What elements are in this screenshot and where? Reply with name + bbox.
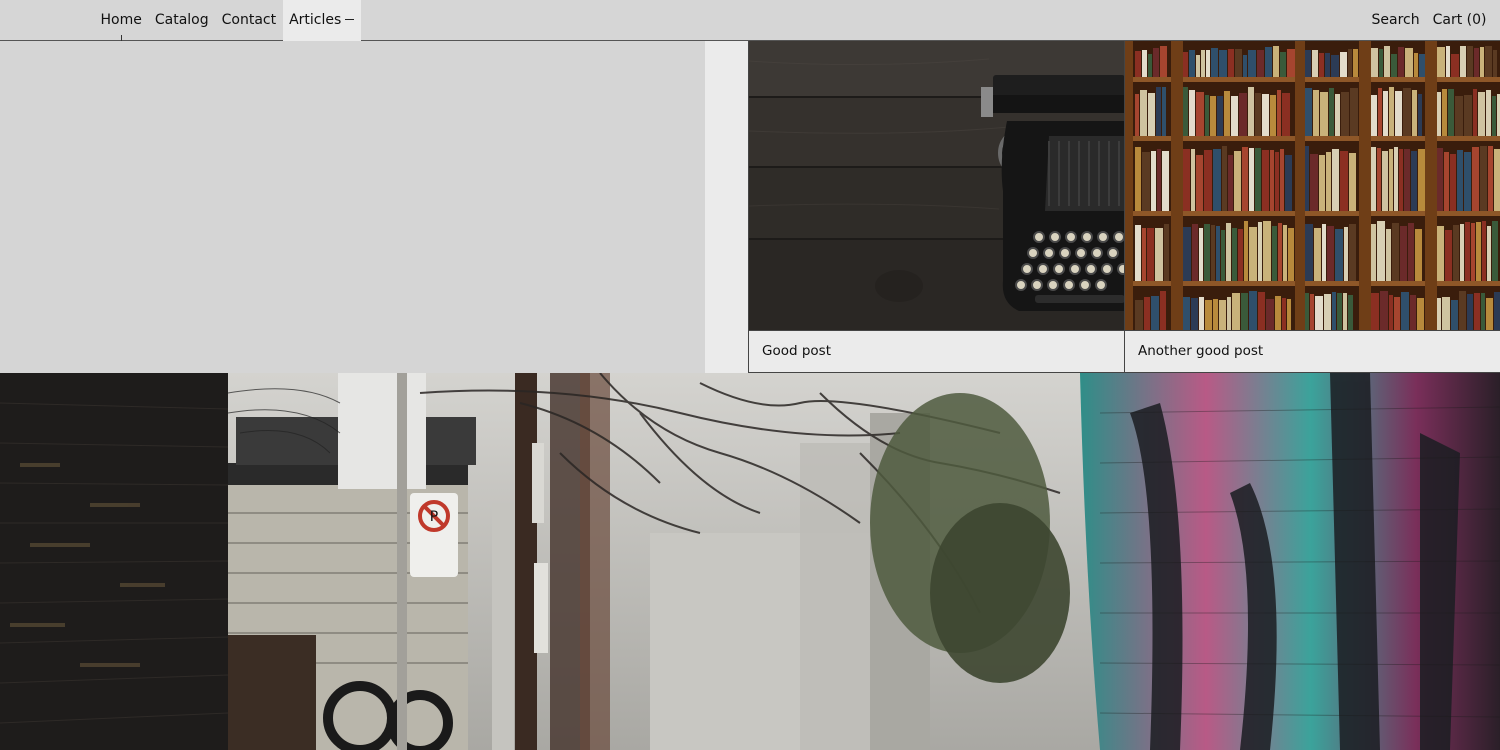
- blank-panel: [0, 41, 705, 373]
- article-title: Another good post: [1138, 343, 1264, 359]
- article-card-another-good-post[interactable]: Another good post: [1124, 41, 1500, 373]
- typewriter-photo: [749, 41, 1124, 331]
- nav-catalog[interactable]: Catalog: [148, 0, 215, 41]
- svg-text:P: P: [430, 509, 438, 525]
- gutter: [705, 41, 748, 373]
- nav-articles-label: Articles: [289, 12, 342, 28]
- collapse-dash-icon: [345, 18, 355, 20]
- graffiti-alley-photo: P: [0, 373, 1500, 750]
- article-card-good-post[interactable]: Good post: [748, 41, 1124, 373]
- nav-contact[interactable]: Contact: [215, 0, 282, 41]
- site-header: Home Catalog Contact Articles Search Car…: [0, 0, 1500, 41]
- nav-home[interactable]: Home: [94, 0, 148, 41]
- nav-home-label: Home: [100, 12, 142, 28]
- nav-contact-label: Contact: [221, 12, 277, 28]
- utility-nav: Search Cart (0): [1365, 0, 1493, 41]
- nav-articles-dropdown[interactable]: Articles: [282, 0, 361, 41]
- nav-search[interactable]: Search: [1365, 0, 1426, 41]
- nav-search-label: Search: [1371, 12, 1420, 28]
- nav-cart-label: Cart (0): [1432, 12, 1487, 28]
- nav-catalog-label: Catalog: [154, 12, 209, 28]
- article-title: Good post: [762, 343, 831, 359]
- nav-cart[interactable]: Cart (0): [1426, 0, 1493, 41]
- bookshelf-photo: [1125, 41, 1500, 331]
- main-nav: Home Catalog Contact Articles: [94, 0, 361, 41]
